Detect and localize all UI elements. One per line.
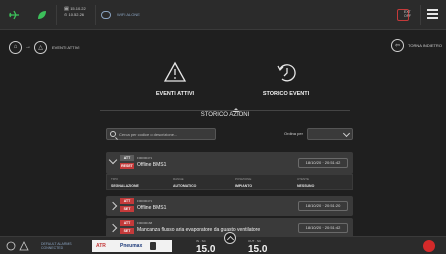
- divider: [420, 5, 421, 25]
- status-text: DEFAULT ALARMS CONNECTED: [41, 242, 72, 250]
- status-badge: ATT: [120, 155, 134, 161]
- tab-active-events[interactable]: EVENTI ATTIVI: [125, 58, 225, 108]
- tab-active-events-label: EVENTI ATTIVI: [155, 91, 195, 97]
- chevron-down-icon[interactable]: [108, 155, 118, 165]
- plane-icon: [9, 10, 19, 20]
- back-icon: ⇦: [391, 39, 404, 52]
- arrow-right-icon: →: [25, 44, 31, 50]
- detail-col: UTENTE NESSUNO: [297, 177, 315, 188]
- divider: [100, 110, 350, 111]
- chevron-right-icon[interactable]: [108, 223, 118, 233]
- alarm-badge-text: EXT OFF: [404, 10, 411, 18]
- event-title: Offline BMS1: [137, 162, 167, 168]
- type-badge: RESET: [120, 163, 134, 169]
- section-title: STORICO AZIONI: [200, 112, 250, 118]
- event-id: F00000471: [137, 199, 153, 203]
- type-badge: SET: [120, 206, 134, 212]
- alarm-icon[interactable]: [423, 240, 435, 252]
- brand-logos: ATR Pneumax: [92, 240, 172, 252]
- sort-label: Ordina per: [284, 131, 303, 136]
- back-button[interactable]: ⇦ TORNA INDIETRO: [391, 39, 442, 52]
- status-badge: ATT: [120, 198, 134, 204]
- brand-logo-b: Pneumax: [120, 243, 143, 249]
- temp-right-value: 15.0: [248, 244, 268, 254]
- detail-col: POSIZIONE IMPIANTO: [235, 177, 253, 188]
- tab-event-history-label: STORICO EVENTI: [262, 91, 310, 97]
- brand-logo-a: ATR: [96, 243, 106, 249]
- sort-select[interactable]: [307, 128, 353, 140]
- time-text: ⊙ 10.52.26: [64, 12, 85, 17]
- tab-event-history[interactable]: STORICO EVENTI: [236, 58, 336, 108]
- event-timestamp: 18/10/20 · 20:51:42: [298, 158, 348, 168]
- detail-col: RANGE AUTOMATICO: [173, 177, 197, 188]
- event-title: Mancanza flusso aria evaporatore da guas…: [137, 227, 261, 233]
- type-badge: SET: [120, 228, 134, 234]
- event-detail: TIPO SEGNALAZIONE RANGE AUTOMATICO POSIZ…: [106, 174, 353, 190]
- tab-bar: EVENTI ATTIVI STORICO EVENTI: [0, 58, 446, 110]
- warning-icon[interactable]: [19, 241, 29, 251]
- history-icon: [277, 64, 296, 82]
- warning-icon[interactable]: △: [34, 40, 47, 54]
- event-timestamp: 18/10/20 · 20:51:42: [298, 223, 348, 233]
- chevron-down-icon: [342, 129, 351, 138]
- search-input[interactable]: [119, 129, 213, 139]
- event-id: F00000471: [137, 156, 153, 160]
- temp-left-value: 15.0: [196, 244, 216, 254]
- chevron-up-icon: [226, 235, 235, 244]
- wifi-label: WIFI ALONE: [117, 12, 140, 17]
- event-item[interactable]: ATT SET F00000471 Offline BMS1 18/10/20 …: [106, 196, 353, 216]
- clock: 🗓 15.10.22 ⊙ 10.52.26: [64, 6, 86, 18]
- search-icon: [110, 131, 116, 137]
- event-id: F00000168: [137, 221, 153, 225]
- warning-icon: [163, 61, 187, 82]
- detail-col: TIPO SEGNALAZIONE: [111, 177, 139, 188]
- wifi-toggle-icon[interactable]: [101, 11, 111, 19]
- breadcrumb: ⌂ → △ EVENTI ATTIVI: [9, 39, 80, 55]
- divider: [56, 5, 57, 25]
- device-icon: [150, 242, 156, 250]
- leaf-icon: [38, 11, 46, 19]
- back-label: TORNA INDIETRO: [408, 43, 442, 48]
- home-icon[interactable]: ⌂: [9, 40, 22, 54]
- temp-left-label: IN · SC: [196, 239, 206, 243]
- bottom-bar: DEFAULT ALARMS CONNECTED: [0, 236, 446, 254]
- event-title: Offline BMS1: [137, 205, 167, 211]
- event-timestamp: 18/10/20 · 20:51:20: [298, 201, 348, 211]
- event-item[interactable]: ATT RESET F00000471 Offline BMS1 18/10/2…: [106, 152, 353, 174]
- top-bar: 🗓 15.10.22 ⊙ 10.52.26 WIFI ALONE EXT OFF: [0, 0, 446, 30]
- temp-right-label: OUT · SC: [248, 239, 262, 243]
- scroll-up-button[interactable]: [224, 232, 236, 244]
- status-badge: ATT: [120, 220, 134, 226]
- divider: [95, 5, 96, 25]
- breadcrumb-label: EVENTI ATTIVI: [52, 44, 80, 50]
- search-box[interactable]: [106, 128, 216, 140]
- menu-icon[interactable]: [427, 9, 438, 19]
- home-icon[interactable]: [6, 241, 16, 251]
- chevron-right-icon[interactable]: [108, 201, 118, 211]
